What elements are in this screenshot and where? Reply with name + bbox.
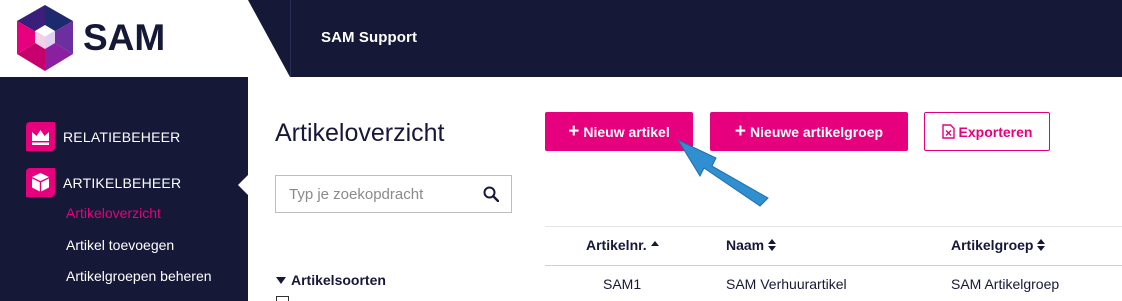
app-title[interactable]: SAM Support: [321, 29, 417, 46]
excel-file-icon: [941, 124, 955, 139]
caret-down-icon: [276, 276, 286, 284]
sidebar-item-label: RELATIEBEHEER: [63, 128, 181, 145]
logo-text: SAM: [83, 17, 165, 58]
filter-toggle-artikelsoorten[interactable]: Artikelsoorten: [276, 272, 386, 288]
new-article-label: Nieuw artikel: [583, 123, 670, 140]
box-icon: [26, 168, 55, 197]
plus-icon: +: [568, 121, 580, 142]
export-label: Exporteren: [958, 123, 1033, 140]
cell-artikelgroep: SAM Artikelgroep: [951, 276, 1060, 292]
sidebar-subitem-artikeloverzicht[interactable]: Artikeloverzicht: [66, 205, 161, 221]
sidebar-subitem-artikelgroepen-beheren[interactable]: Artikelgroepen beheren: [66, 268, 212, 284]
sidebar-subitem-artikel-toevoegen[interactable]: Artikel toevoegen: [66, 237, 174, 253]
export-button[interactable]: Exporteren: [924, 112, 1050, 151]
search-icon[interactable]: [483, 186, 499, 202]
column-header-label: Artikelnr.: [586, 237, 647, 253]
page-title: Artikeloverzicht: [275, 119, 445, 147]
top-bar: SAM SAM Support: [0, 0, 1122, 77]
pointer-arrow-annotation: [676, 138, 769, 207]
sidebar-item-label: ARTIKELBEHEER: [63, 174, 182, 191]
sidebar-item-relatiebeheer[interactable]: RELATIEBEHEER: [24, 120, 181, 153]
sort-asc-icon: [650, 239, 659, 251]
column-header-label: Naam: [726, 237, 765, 253]
column-header-artikelgroep[interactable]: Artikelgroep: [951, 237, 1046, 253]
sidebar-item-artikelbeheer[interactable]: ARTIKELBEHEER: [24, 166, 181, 199]
filter-heading: Artikelsoorten: [291, 272, 386, 288]
header-divider: [290, 0, 291, 77]
column-header-artikelnr[interactable]: Artikelnr.: [586, 237, 659, 253]
active-indicator: [238, 174, 249, 196]
table-top-border: [545, 226, 1122, 227]
sidebar: RELATIEBEHEER ARTIKELBEHEER Artikeloverz…: [0, 77, 249, 301]
app-root: SAM SAM Support RELATIEBEHEER ARTIKELBEH…: [0, 0, 1122, 301]
table-header-divider: [545, 265, 1122, 266]
search-input[interactable]: [276, 176, 476, 212]
logo-area: SAM: [0, 0, 290, 77]
sort-icon: [768, 239, 777, 251]
sort-icon: [1037, 239, 1046, 251]
cell-naam: SAM Verhuurartikel: [726, 276, 847, 292]
sam-logo: SAM: [0, 0, 290, 77]
column-header-label: Artikelgroep: [951, 237, 1034, 253]
filter-checkbox[interactable]: [276, 296, 289, 301]
column-header-naam[interactable]: Naam: [726, 237, 777, 253]
cell-artikelnr: SAM1: [603, 276, 642, 292]
search-box: [275, 175, 512, 213]
crown-icon: [26, 122, 55, 151]
